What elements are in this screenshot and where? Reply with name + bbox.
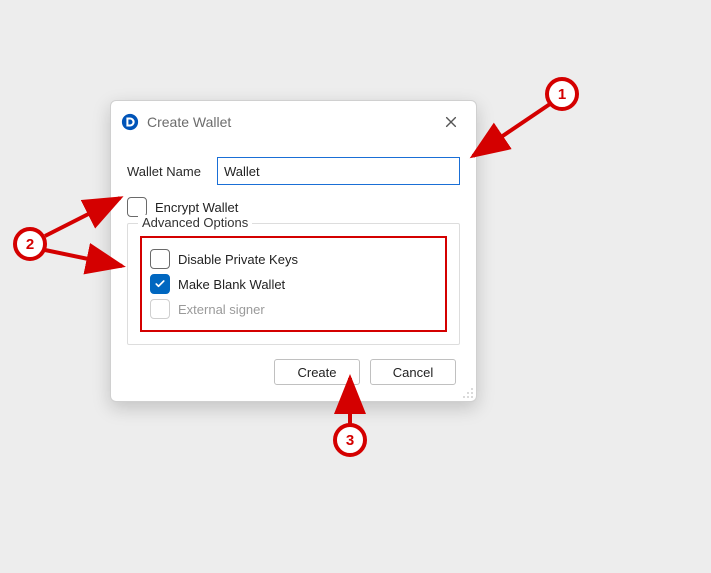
make-blank-wallet-checkbox[interactable]	[150, 274, 170, 294]
external-signer-checkbox	[150, 299, 170, 319]
app-logo-icon	[121, 113, 139, 131]
annotation-highlight-box: Disable Private Keys Make Blank Wallet E…	[140, 236, 447, 332]
annotation-arrow-2a	[45, 198, 120, 236]
advanced-options-fieldset: Advanced Options Disable Private Keys Ma…	[127, 223, 460, 345]
annotation-callout-3: 3	[346, 432, 354, 449]
close-icon	[444, 115, 458, 129]
external-signer-label: External signer	[178, 302, 265, 317]
make-blank-wallet-row: Make Blank Wallet	[150, 274, 437, 294]
create-button[interactable]: Create	[274, 359, 360, 385]
make-blank-wallet-label: Make Blank Wallet	[178, 277, 285, 292]
annotation-callout-1: 1	[558, 86, 566, 103]
encrypt-wallet-row: Encrypt Wallet	[127, 197, 460, 217]
encrypt-wallet-label: Encrypt Wallet	[155, 200, 238, 215]
annotation-callout-2: 2	[26, 236, 34, 253]
close-button[interactable]	[438, 109, 464, 135]
external-signer-row: External signer	[150, 299, 437, 319]
disable-private-keys-checkbox[interactable]	[150, 249, 170, 269]
annotation-arrow-1	[473, 104, 550, 156]
disable-private-keys-row: Disable Private Keys	[150, 249, 437, 269]
wallet-name-row: Wallet Name	[127, 157, 460, 185]
dialog-body: Wallet Name Encrypt Wallet Advanced Opti…	[111, 143, 476, 401]
cancel-button[interactable]: Cancel	[370, 359, 456, 385]
wallet-name-input[interactable]	[217, 157, 460, 185]
encrypt-wallet-checkbox[interactable]	[127, 197, 147, 217]
dialog-title: Create Wallet	[147, 114, 438, 130]
resize-grip-icon[interactable]	[462, 387, 474, 399]
create-wallet-dialog: Create Wallet Wallet Name Encrypt Wallet…	[110, 100, 477, 402]
advanced-options-legend: Advanced Options	[138, 215, 252, 230]
wallet-name-label: Wallet Name	[127, 164, 217, 179]
disable-private-keys-label: Disable Private Keys	[178, 252, 298, 267]
button-row: Create Cancel	[127, 345, 460, 389]
titlebar: Create Wallet	[111, 101, 476, 143]
